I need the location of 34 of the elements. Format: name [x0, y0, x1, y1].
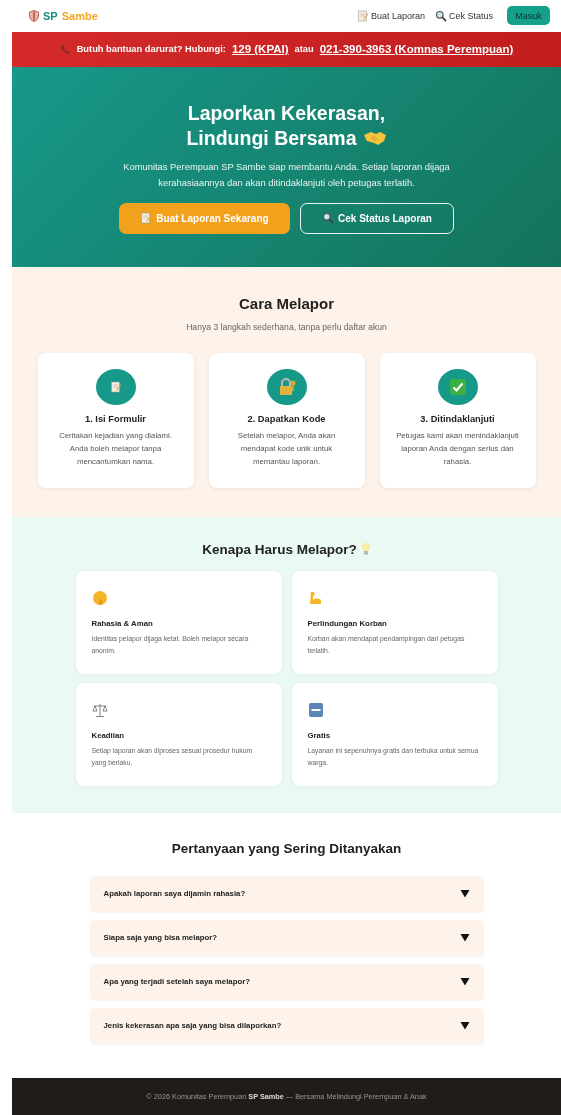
shield-icon [29, 9, 39, 22]
section-title: Kenapa Harus Melapor? [202, 541, 357, 557]
hero-title: Lindungi Bersama [186, 125, 357, 151]
scales-icon [91, 701, 108, 718]
phone-icon [59, 43, 71, 55]
notepad-icon [140, 212, 153, 225]
face-icon [91, 589, 108, 606]
nav-link[interactable]: Buat Laporan [356, 9, 425, 22]
phone-link[interactable]: 021-390-3963 (Komnas Perempuan) [319, 43, 514, 56]
separator-text: atau [294, 44, 314, 55]
hero-description: Komunitas Perempuan SP Sambe siap membantu Anda. Setiap laporan dijaga kerahasiaannya dan akan ditindaklanjuti oleh petugas terlatih. [122, 159, 451, 190]
free-badge-icon [307, 701, 324, 718]
login-button[interactable]: Masuk [507, 6, 550, 26]
logo-text: Sambe [61, 9, 98, 22]
search-icon [322, 212, 335, 225]
section-title: Cara Melapor [238, 295, 334, 313]
search-icon [434, 9, 447, 22]
section-subtitle: Hanya 3 langkah sederhana, tanpa perlu daftar akun [186, 322, 387, 333]
handshake-icon [362, 129, 387, 148]
flexed-arm-icon [307, 589, 324, 606]
nav-link[interactable]: Cek Status [434, 9, 493, 22]
step-title: 2. Dapatkan Kode [247, 414, 326, 425]
notepad-icon [356, 9, 369, 22]
notepad-icon [109, 381, 122, 394]
lightbulb-icon [360, 542, 371, 557]
logo-text: SP [43, 9, 58, 22]
step-title: 1. Isi Formulir [85, 414, 146, 425]
step-title: 3. Ditindaklanjuti [420, 414, 495, 425]
phone-link[interactable]: 129 (KPAI) [231, 43, 289, 56]
checkmark-icon [448, 378, 467, 397]
hero-title: Laporkan Kekerasan, [187, 101, 386, 124]
section-title: Pertanyaan yang Sering Ditanyakan [171, 840, 402, 856]
status-button[interactable]: Cek Status Laporan [300, 202, 454, 234]
emergency-text: Butuh bantuan darurat? Hubungi: [76, 44, 226, 55]
